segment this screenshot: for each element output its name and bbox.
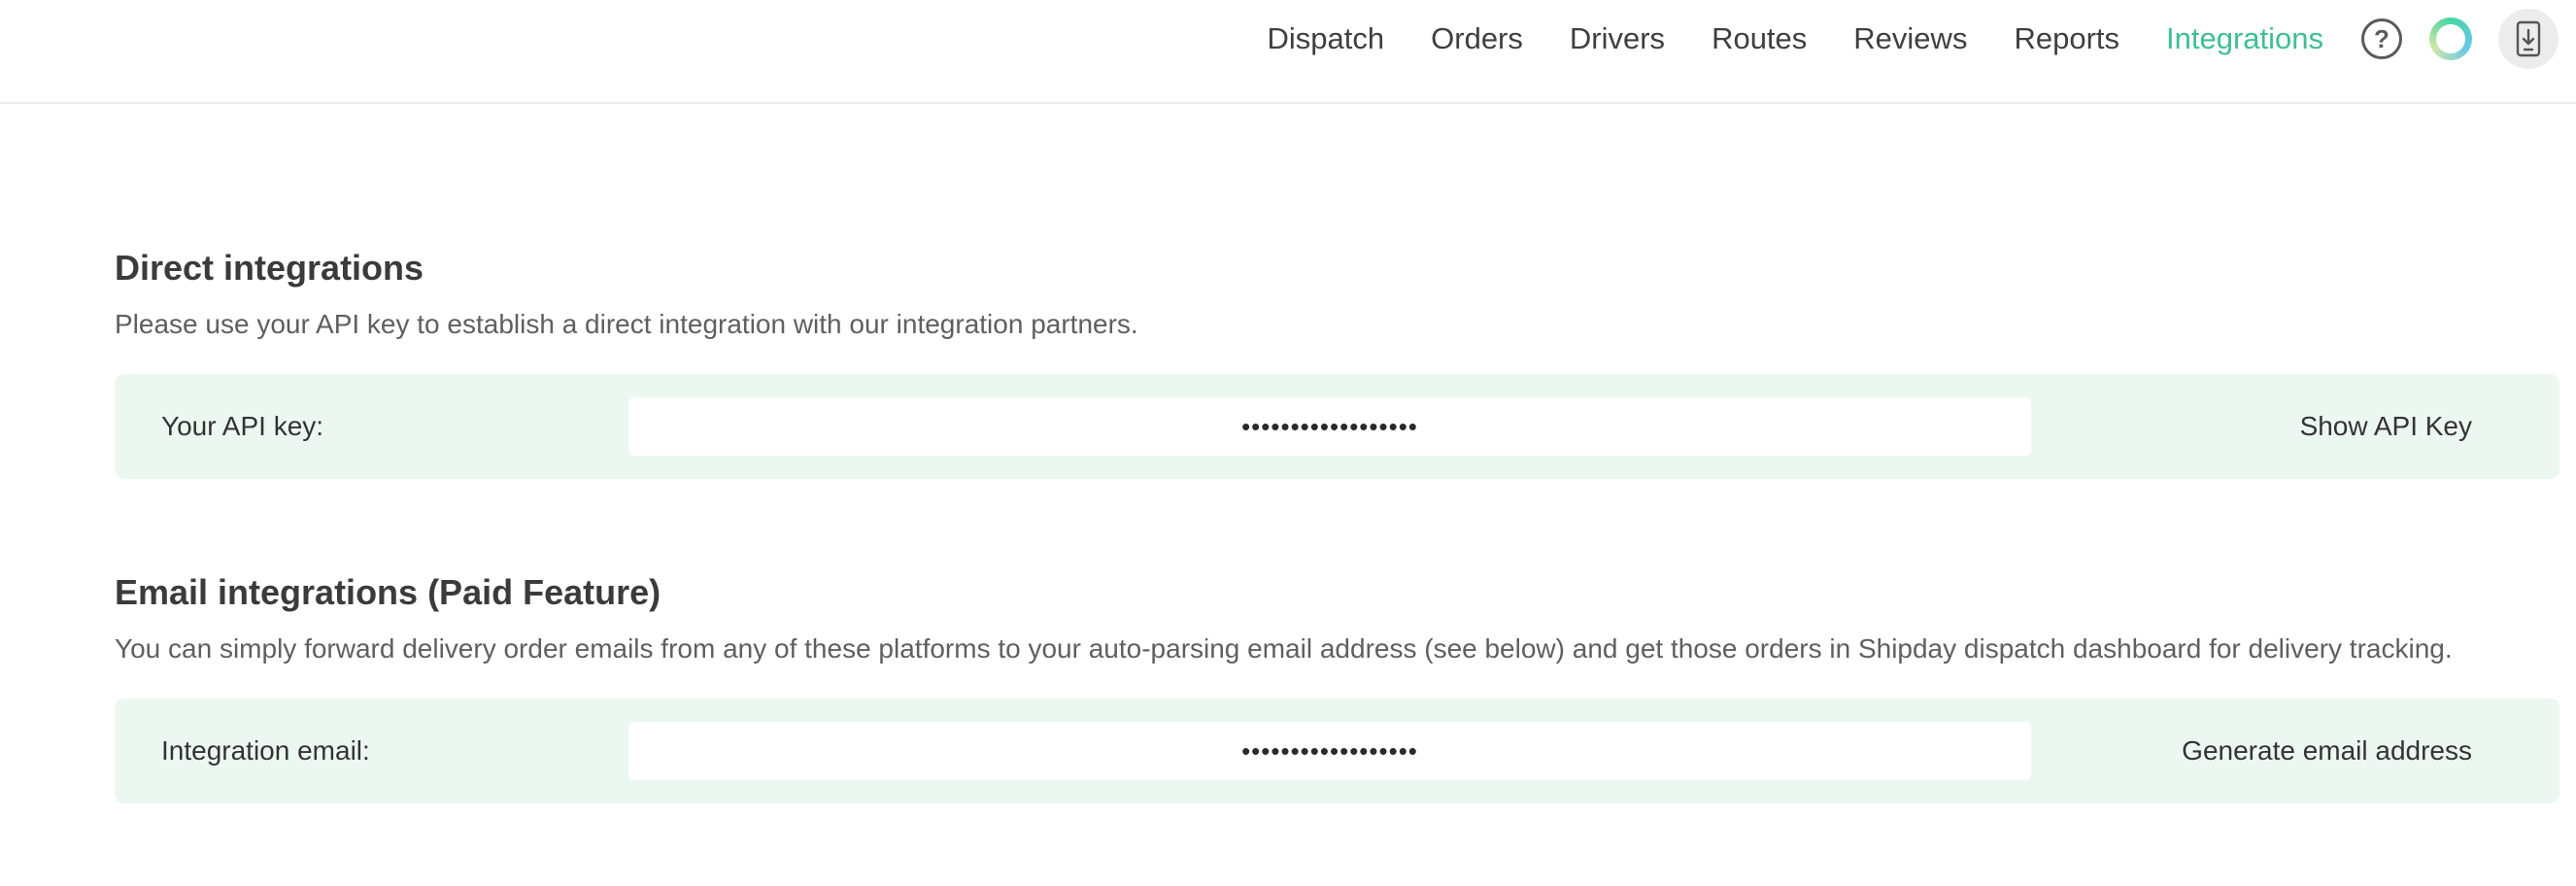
mobile-download-icon bbox=[2516, 20, 2541, 57]
nav-dispatch[interactable]: Dispatch bbox=[1268, 21, 1385, 56]
integration-email-label: Integration email: bbox=[161, 735, 370, 766]
nav-reviews[interactable]: Reviews bbox=[1853, 21, 1967, 56]
direct-integrations-title: Direct integrations bbox=[115, 248, 424, 288]
generate-email-address-button[interactable]: Generate email address bbox=[2182, 699, 2472, 803]
status-ring-icon[interactable] bbox=[2429, 17, 2472, 60]
main-nav: Dispatch Orders Drivers Routes Reviews R… bbox=[1268, 0, 2323, 78]
direct-integrations-description: Please use your API key to establish a d… bbox=[115, 309, 1138, 339]
help-icon[interactable]: ? bbox=[2361, 18, 2402, 59]
show-api-key-button[interactable]: Show API Key bbox=[2300, 374, 2472, 479]
api-key-panel: Your API key: •••••••••••••••••• Show AP… bbox=[115, 374, 2559, 479]
mobile-download-button[interactable] bbox=[2498, 9, 2559, 69]
integration-email-field[interactable]: •••••••••••••••••• bbox=[628, 722, 2031, 780]
email-integrations-description: You can simply forward delivery order em… bbox=[115, 633, 2453, 664]
nav-reports[interactable]: Reports bbox=[2014, 21, 2119, 56]
nav-drivers[interactable]: Drivers bbox=[1570, 21, 1665, 56]
email-integrations-title: Email integrations (Paid Feature) bbox=[115, 572, 661, 612]
top-navigation-bar: Dispatch Orders Drivers Routes Reviews R… bbox=[0, 0, 2576, 104]
api-key-label: Your API key: bbox=[161, 411, 324, 441]
integration-email-panel: Integration email: •••••••••••••••••• Ge… bbox=[115, 699, 2559, 803]
api-key-field[interactable]: •••••••••••••••••• bbox=[628, 397, 2031, 456]
nav-integrations[interactable]: Integrations bbox=[2166, 21, 2323, 56]
nav-orders[interactable]: Orders bbox=[1431, 21, 1523, 56]
nav-routes[interactable]: Routes bbox=[1712, 21, 1807, 56]
